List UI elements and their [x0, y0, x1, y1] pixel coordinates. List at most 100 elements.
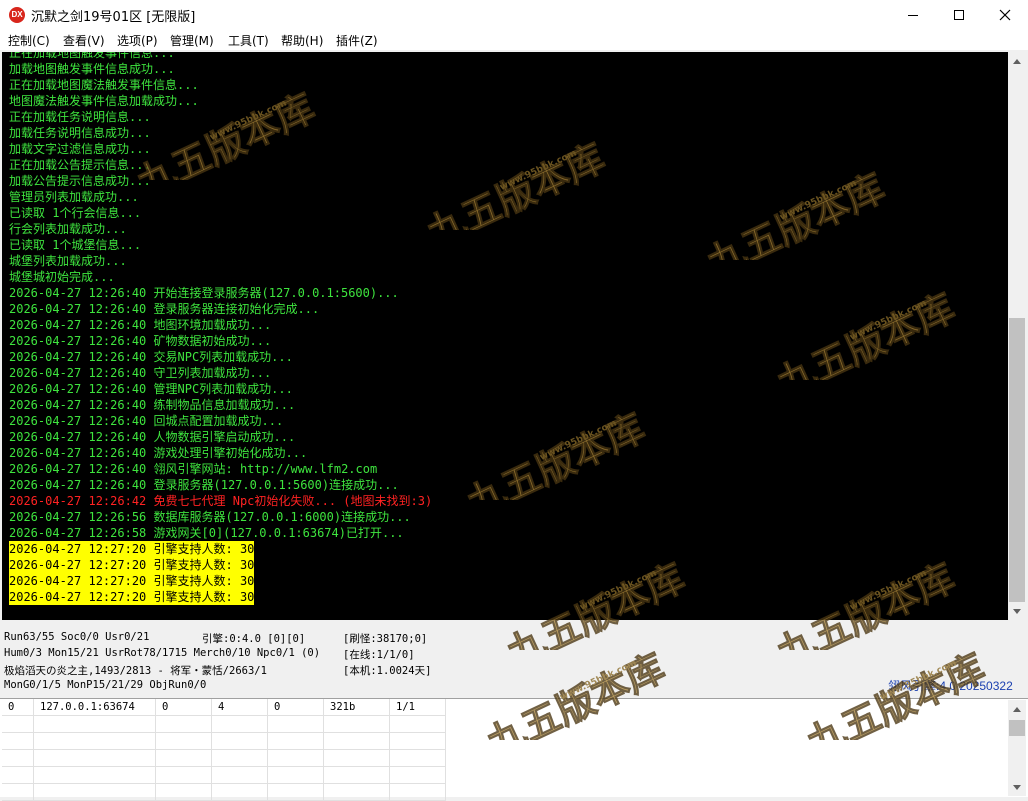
table-cell — [155, 732, 212, 750]
log-line: 2026-04-27 12:26:40 人物数据引擎启动成功... — [9, 430, 296, 444]
log-line-highlight: 2026-04-27 12:27:20 引擎支持人数: 30 — [9, 541, 255, 557]
table-cell: 4 — [211, 699, 268, 716]
grid-scroll-down-arrow[interactable] — [1008, 779, 1026, 796]
chevron-up-icon — [1013, 58, 1021, 64]
log-line: 2026-04-27 12:26:40 开始连接登录服务器(127.0.0.1:… — [9, 286, 399, 300]
table-cell — [267, 732, 324, 750]
table-cell — [211, 766, 268, 784]
status-online: [在线:1/1/0] — [343, 649, 415, 661]
table-cell — [323, 715, 390, 733]
title-bar: DX 沉默之剑19号01区 [无限版] — [0, 0, 1028, 30]
scrollbar-thumb[interactable] — [1009, 318, 1025, 602]
menu-manage[interactable]: 管理(M) — [170, 32, 214, 49]
window-title: 沉默之剑19号01区 [无限版] — [31, 10, 196, 25]
table-cell — [155, 766, 212, 784]
table-row[interactable] — [2, 732, 446, 750]
log-line: 2026-04-27 12:26:40 登录服务器(127.0.0.1:5600… — [9, 478, 399, 492]
table-cell — [267, 749, 324, 767]
console-scrollbar[interactable] — [1008, 52, 1026, 620]
app-icon: DX — [9, 7, 25, 23]
table-cell: 0 — [267, 699, 324, 716]
menu-control[interactable]: 控制(C) — [8, 32, 50, 49]
menu-tools[interactable]: 工具(T) — [228, 32, 269, 49]
table-cell — [155, 715, 212, 733]
table-cell — [33, 732, 156, 750]
table-cell — [33, 715, 156, 733]
log-line: 城堡城初始完成... — [9, 270, 115, 284]
maximize-button[interactable] — [936, 0, 982, 30]
close-icon — [999, 9, 1011, 21]
table-cell — [323, 732, 390, 750]
log-line-highlight: 2026-04-27 12:27:20 引擎支持人数: 30 — [9, 573, 255, 589]
menu-view[interactable]: 查看(V) — [63, 32, 105, 49]
menu-plugins[interactable]: 插件(Z) — [336, 32, 378, 49]
minimize-button[interactable] — [890, 0, 936, 30]
status-engine-state: 引擎:0:4.0 [0][0] — [202, 633, 306, 645]
log-line: 管理员列表加载成功... — [9, 190, 139, 204]
log-line-highlight: 2026-04-27 12:27:20 引擎支持人数: 30 — [9, 589, 255, 605]
chevron-down-icon — [1013, 784, 1021, 790]
log-line: 已读取 1个城堡信息... — [9, 238, 142, 252]
table-row[interactable] — [2, 783, 446, 801]
console-log[interactable]: 正在加载地图触发事件信息... 加载地图触发事件信息成功... 正在加载地图魔法触发… — [2, 52, 1008, 620]
log-line: 2026-04-27 12:26:40 游戏处理引擎初始化成功... — [9, 446, 308, 460]
log-line: 正在加载任务说明信息... — [9, 110, 151, 124]
table-cell — [267, 715, 324, 733]
table-row[interactable] — [2, 715, 446, 733]
menu-options[interactable]: 选项(P) — [117, 32, 158, 49]
log-line: 2026-04-27 12:26:40 交易NPC列表加载成功... — [9, 350, 293, 364]
log-line: 2026-04-27 12:26:40 管理NPC列表加载成功... — [9, 382, 293, 396]
chevron-up-icon — [1013, 706, 1021, 712]
minimize-icon — [908, 15, 918, 16]
log-line: 2026-04-27 12:26:58 游戏网关[0](127.0.0.1:63… — [9, 526, 404, 540]
maximize-icon — [954, 10, 964, 20]
menu-bar: 控制(C) 查看(V) 选项(P) 管理(M) 工具(T) 帮助(H) 插件(Z… — [0, 30, 1028, 50]
grid-scrollbar[interactable] — [1008, 700, 1026, 796]
table-cell — [389, 766, 446, 784]
table-cell — [323, 783, 390, 801]
gateway-grid: 0 127.0.0.1:63674 0 4 0 321b 1/1 — [0, 698, 1028, 801]
log-line: 加载公告提示信息成功... — [9, 174, 151, 188]
chevron-down-icon — [1013, 608, 1021, 614]
table-row[interactable]: 0 127.0.0.1:63674 0 4 0 321b 1/1 — [2, 699, 446, 716]
log-line: 2026-04-27 12:26:40 练制物品信息加载成功... — [9, 398, 296, 412]
table-cell — [155, 749, 212, 767]
log-line: 加载文字过滤信息成功... — [9, 142, 151, 156]
table-cell — [323, 766, 390, 784]
engine-version-label: 翎风引擎:4.0 20250322 — [888, 679, 1013, 693]
grid-scroll-up-arrow[interactable] — [1008, 700, 1026, 717]
close-button[interactable] — [982, 0, 1028, 30]
table-cell: 321b — [323, 699, 390, 716]
log-line: 2026-04-27 12:26:40 守卫列表加载成功... — [9, 366, 272, 380]
table-cell — [33, 766, 156, 784]
table-row[interactable] — [2, 766, 446, 784]
table-cell: 1/1 — [389, 699, 446, 716]
table-cell — [33, 783, 156, 801]
table-cell — [2, 715, 34, 733]
log-line: 加载任务说明信息成功... — [9, 126, 151, 140]
log-line: 正在加载地图触发事件信息... — [9, 52, 175, 60]
log-line-highlight: 2026-04-27 12:27:20 引擎支持人数: 30 — [9, 557, 255, 573]
table-cell — [2, 749, 34, 767]
scroll-up-arrow[interactable] — [1008, 52, 1026, 69]
menu-help[interactable]: 帮助(H) — [281, 32, 323, 49]
table-cell — [33, 749, 156, 767]
table-cell — [211, 715, 268, 733]
table-cell — [323, 749, 390, 767]
status-hum: Hum0/3 Mon15/21 UsrRot78/1715 Merch0/10 … — [4, 647, 321, 659]
table-cell — [211, 783, 268, 801]
status-boss: 极焰滔天の炎之主,1493/2813 - 将军・蒙恬/2663/1 — [4, 665, 267, 677]
table-row[interactable] — [2, 749, 446, 767]
table-cell — [267, 783, 324, 801]
grid-scrollbar-thumb[interactable] — [1009, 720, 1025, 736]
status-refresh-monster: [刷怪:38170;0] — [343, 633, 428, 645]
table-cell — [155, 783, 212, 801]
log-line: 正在加载地图魔法触发事件信息... — [9, 78, 199, 92]
scroll-down-arrow[interactable] — [1008, 603, 1026, 620]
log-line: 地图魔法触发事件信息加载成功... — [9, 94, 199, 108]
table-cell — [267, 766, 324, 784]
status-panel: Run63/55 Soc0/0 Usr0/21 引擎:0:4.0 [0][0] … — [0, 624, 1028, 696]
log-line: 已读取 1个行会信息... — [9, 206, 142, 220]
table-cell: 0 — [2, 699, 34, 716]
log-line: 正在加载公告提示信息... — [9, 158, 151, 172]
